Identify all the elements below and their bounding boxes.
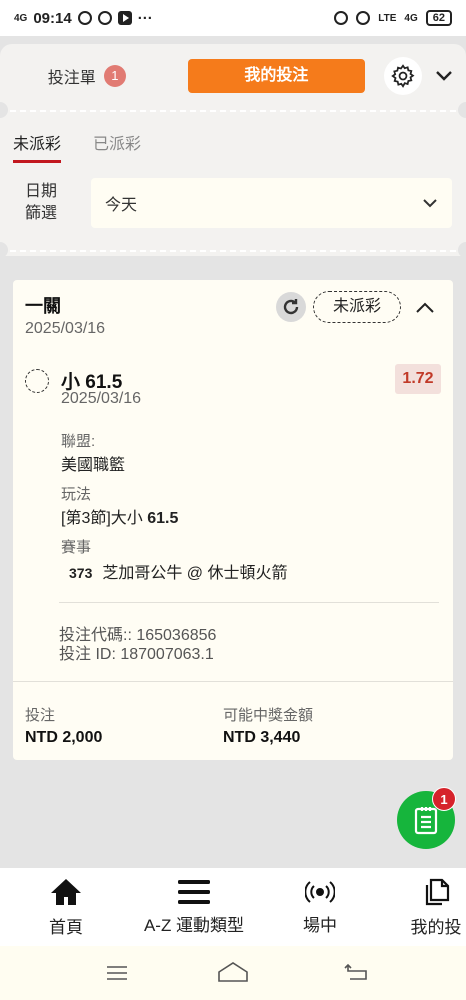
- bet-card: 一關 2025/03/16 未派彩 小 61.5 2025/03/16 1.72…: [13, 280, 453, 760]
- status-badge: 未派彩: [313, 291, 401, 323]
- stake-block: 投注 NTD 2,000: [25, 704, 102, 747]
- bet-type: 一關: [25, 296, 61, 316]
- date-filter: 日期 篩選 今天: [25, 178, 452, 228]
- bet-tabs: 投注單 1 我的投注: [0, 44, 466, 108]
- stake-value: NTD 2,000: [25, 729, 103, 746]
- refresh-button[interactable]: [276, 292, 306, 322]
- battery-indicator: 62: [425, 10, 452, 26]
- stake-label: 投注: [25, 707, 56, 724]
- event-value: 373 芝加哥公牛 @ 休士頓火箭: [61, 559, 288, 583]
- nav-home[interactable]: 首頁: [36, 868, 96, 946]
- divider: [59, 602, 439, 603]
- system-nav-bar: [0, 946, 466, 1000]
- event-number: 373: [69, 565, 93, 581]
- nav-live-label: 場中: [303, 915, 337, 935]
- bet-card-header: 一關 2025/03/16: [25, 292, 105, 338]
- copy-icon: [425, 878, 450, 905]
- live-icon: [305, 880, 335, 903]
- event-label: 賽事: [61, 539, 92, 556]
- bottom-nav: 首頁 A-Z 運動類型 場中 我的投: [0, 868, 466, 946]
- date-filter-select[interactable]: 今天: [91, 178, 452, 228]
- refresh-icon: [283, 299, 299, 315]
- tab-settled[interactable]: 已派彩: [93, 130, 141, 163]
- collapse-bet-button[interactable]: [413, 296, 437, 320]
- market-prefix: [第3節]大小: [61, 510, 148, 527]
- market-value: [第3節]大小 61.5: [61, 504, 178, 528]
- league-value: 美國職籃: [61, 457, 126, 474]
- date-filter-label-text: 日期 篩選: [25, 183, 58, 222]
- message-icon: [97, 11, 112, 25]
- tab-betslip[interactable]: 投注單 1: [12, 64, 162, 88]
- lte-indicator: LTE: [378, 12, 397, 24]
- payout-block: 可能中獎金額 NTD 3,440: [223, 704, 313, 747]
- mute-icon: [356, 11, 371, 25]
- nav-my-bets[interactable]: 我的投: [406, 868, 466, 946]
- back-icon[interactable]: [344, 963, 368, 981]
- clipboard-icon: [414, 807, 438, 835]
- menu-icon: [178, 879, 210, 904]
- clock: 09:14: [33, 9, 72, 27]
- betslip-count-badge: 1: [103, 65, 126, 87]
- more-notifications: ···: [137, 9, 153, 27]
- nav-sports-az-text: A-Z 運動類型: [143, 915, 245, 935]
- nav-my-bets-label: 我的投: [410, 917, 462, 937]
- bet-date: 2025/03/16: [25, 320, 106, 337]
- nav-sports-az[interactable]: A-Z 運動類型: [136, 868, 252, 946]
- market-line: 61.5: [147, 510, 179, 527]
- bet-panel-header: 投注單 1 我的投注 未派彩 已派彩 日期 篩選 今天: [0, 44, 466, 258]
- nav-home-label: 首頁: [49, 917, 83, 937]
- bet-id: 投注 ID: 187007063.1: [59, 646, 214, 663]
- nav-sports-az-label: A-Z 運動類型: [144, 911, 244, 936]
- odds-value: 1.72: [395, 364, 441, 394]
- tab-unsettled[interactable]: 未派彩: [13, 130, 62, 163]
- status-tabs: 未派彩 已派彩: [13, 130, 141, 163]
- date-filter-label: 日期 篩選: [25, 181, 65, 225]
- chevron-down-icon: [423, 199, 437, 208]
- selection-status-icon: [25, 369, 49, 393]
- selection-date: 2025/03/16: [61, 390, 142, 407]
- gear-icon: [391, 64, 415, 88]
- youtube-icon: [117, 11, 132, 25]
- divider: [0, 250, 466, 252]
- divider-notch: [458, 242, 466, 258]
- market-label: 玩法: [61, 486, 92, 503]
- status-bar: 4G 09:14 ··· LTE 4G 62: [0, 0, 466, 36]
- event-name: 芝加哥公牛 @ 休士頓火箭: [102, 565, 288, 582]
- network-indicator: 4G: [404, 12, 418, 24]
- payout-label: 可能中獎金額: [223, 707, 314, 724]
- divider: [0, 110, 466, 112]
- collapse-panel-button[interactable]: [434, 66, 454, 86]
- alarm-icon: [334, 11, 349, 25]
- payout-value: NTD 3,440: [223, 729, 301, 746]
- date-filter-value: 今天: [105, 197, 138, 214]
- chevron-up-icon: [416, 302, 434, 313]
- home-icon: [51, 878, 81, 905]
- tab-my-bets[interactable]: 我的投注: [187, 59, 366, 93]
- chevron-down-icon: [436, 71, 452, 81]
- league-label: 聯盟:: [61, 433, 96, 450]
- signal-indicator: 4G: [14, 12, 28, 24]
- nav-live[interactable]: 場中: [290, 868, 350, 946]
- divider-notch: [0, 242, 8, 258]
- divider: [13, 681, 453, 682]
- settings-button[interactable]: [384, 57, 423, 95]
- line-app-icon: [77, 11, 92, 25]
- tab-betslip-label: 投注單: [47, 70, 96, 87]
- fab-count-badge: 1: [432, 787, 456, 811]
- home-button-icon[interactable]: [217, 961, 249, 983]
- recents-icon[interactable]: [106, 965, 128, 981]
- divider-notch: [458, 102, 466, 118]
